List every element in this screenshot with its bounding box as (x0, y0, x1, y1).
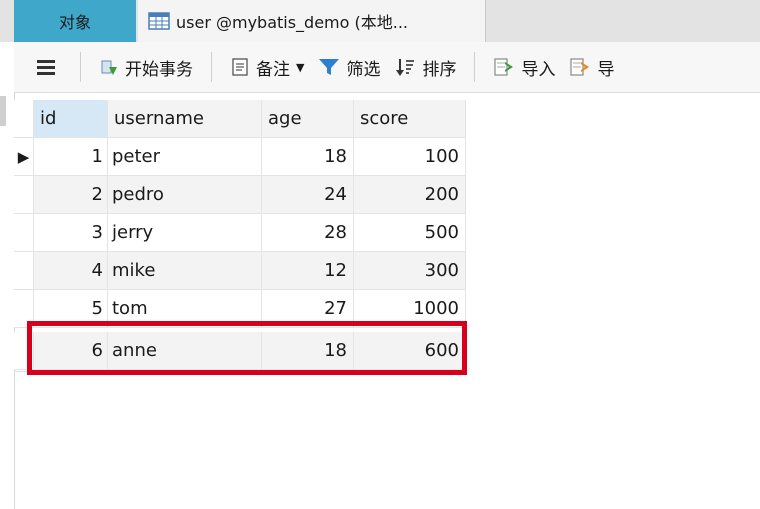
column-header-score[interactable]: score (354, 100, 466, 138)
current-row-indicator: ▶ (14, 138, 34, 176)
cell-id[interactable]: 6 (34, 332, 108, 370)
cell-score[interactable]: 200 (354, 176, 466, 214)
row-indicator (14, 176, 34, 214)
cell-age[interactable]: 18 (262, 138, 354, 176)
toolbar-separator (474, 52, 476, 82)
begin-transaction-icon (101, 60, 117, 75)
cell-score[interactable]: 500 (354, 214, 466, 252)
cell-username[interactable]: peter (108, 138, 262, 176)
grid-header-row: id username age score (14, 100, 466, 138)
import-label: 导入 (521, 59, 556, 80)
hamburger-icon[interactable] (36, 58, 56, 76)
toolbar-separator (211, 52, 212, 82)
column-header-age[interactable]: age (262, 100, 354, 138)
table-row[interactable]: 5 tom 27 1000 (14, 290, 466, 328)
memo-button[interactable]: 备注 ▼ (226, 47, 308, 87)
export-label: 导 (597, 59, 615, 80)
tab-user-table[interactable]: user @mybatis_demo (本地... (138, 0, 486, 42)
gutter-marker (0, 96, 6, 126)
filter-button[interactable]: 筛选 (314, 47, 384, 87)
memo-label: 备注 (256, 59, 290, 80)
tab-objects-label: 对象 (58, 13, 91, 32)
cell-score[interactable]: 1000 (354, 290, 466, 328)
cell-id[interactable]: 2 (34, 176, 108, 214)
row-indicator (14, 290, 34, 328)
cell-score[interactable]: 300 (354, 252, 466, 290)
begin-transaction-label: 开始事务 (125, 59, 193, 80)
cell-username[interactable]: anne (108, 332, 262, 370)
tab-objects[interactable]: 对象 (14, 0, 136, 42)
row-indicator (14, 214, 34, 252)
column-header-id[interactable]: id (34, 100, 108, 138)
row-pointer-icon: ▶ (17, 147, 30, 166)
toolbar-separator (80, 52, 81, 82)
table-grid-icon (148, 12, 170, 30)
filter-funnel-icon (319, 59, 340, 75)
toolbar: 开始事务 备注 ▼ 筛选 排序 导入 导 (14, 42, 760, 93)
cell-username[interactable]: pedro (108, 176, 262, 214)
table-row[interactable]: 4 mike 12 300 (14, 252, 466, 290)
cell-age[interactable]: 27 (262, 290, 354, 328)
cell-username[interactable]: mike (108, 252, 262, 290)
header-indicator-cell (14, 100, 34, 138)
row-indicator (14, 332, 34, 370)
cell-age[interactable]: 18 (262, 332, 354, 370)
export-icon (570, 58, 590, 76)
cell-age[interactable]: 28 (262, 214, 354, 252)
begin-transaction-button[interactable]: 开始事务 (95, 47, 197, 87)
grid-bottom-rule (14, 371, 464, 372)
cell-username[interactable]: jerry (108, 214, 262, 252)
cell-score[interactable]: 600 (354, 332, 466, 370)
sort-icon (396, 59, 415, 76)
export-button[interactable]: 导 (565, 47, 618, 87)
import-button[interactable]: 导入 (489, 47, 559, 87)
table-row[interactable]: 2 pedro 24 200 (14, 176, 466, 214)
table-row[interactable]: ▶ 1 peter 18 100 (14, 138, 466, 176)
chevron-down-icon[interactable]: ▼ (296, 61, 304, 74)
cell-id[interactable]: 3 (34, 214, 108, 252)
tab-user-table-label: user @mybatis_demo (本地... (176, 13, 409, 32)
row-indicator (14, 252, 34, 290)
table-row[interactable]: 3 jerry 28 500 (14, 214, 466, 252)
cell-id[interactable]: 1 (34, 138, 108, 176)
sort-button[interactable]: 排序 (392, 47, 460, 87)
column-header-username[interactable]: username (108, 100, 262, 138)
cell-score[interactable]: 100 (354, 138, 466, 176)
sort-label: 排序 (422, 59, 457, 80)
cell-age[interactable]: 24 (262, 176, 354, 214)
memo-icon (232, 58, 248, 76)
table-row[interactable]: 6 anne 18 600 (14, 332, 466, 370)
cell-id[interactable]: 4 (34, 252, 108, 290)
import-icon (494, 58, 514, 76)
cell-age[interactable]: 12 (262, 252, 354, 290)
cell-username[interactable]: tom (108, 290, 262, 328)
left-gutter (0, 92, 15, 509)
cell-id[interactable]: 5 (34, 290, 108, 328)
filter-label: 筛选 (346, 59, 381, 80)
